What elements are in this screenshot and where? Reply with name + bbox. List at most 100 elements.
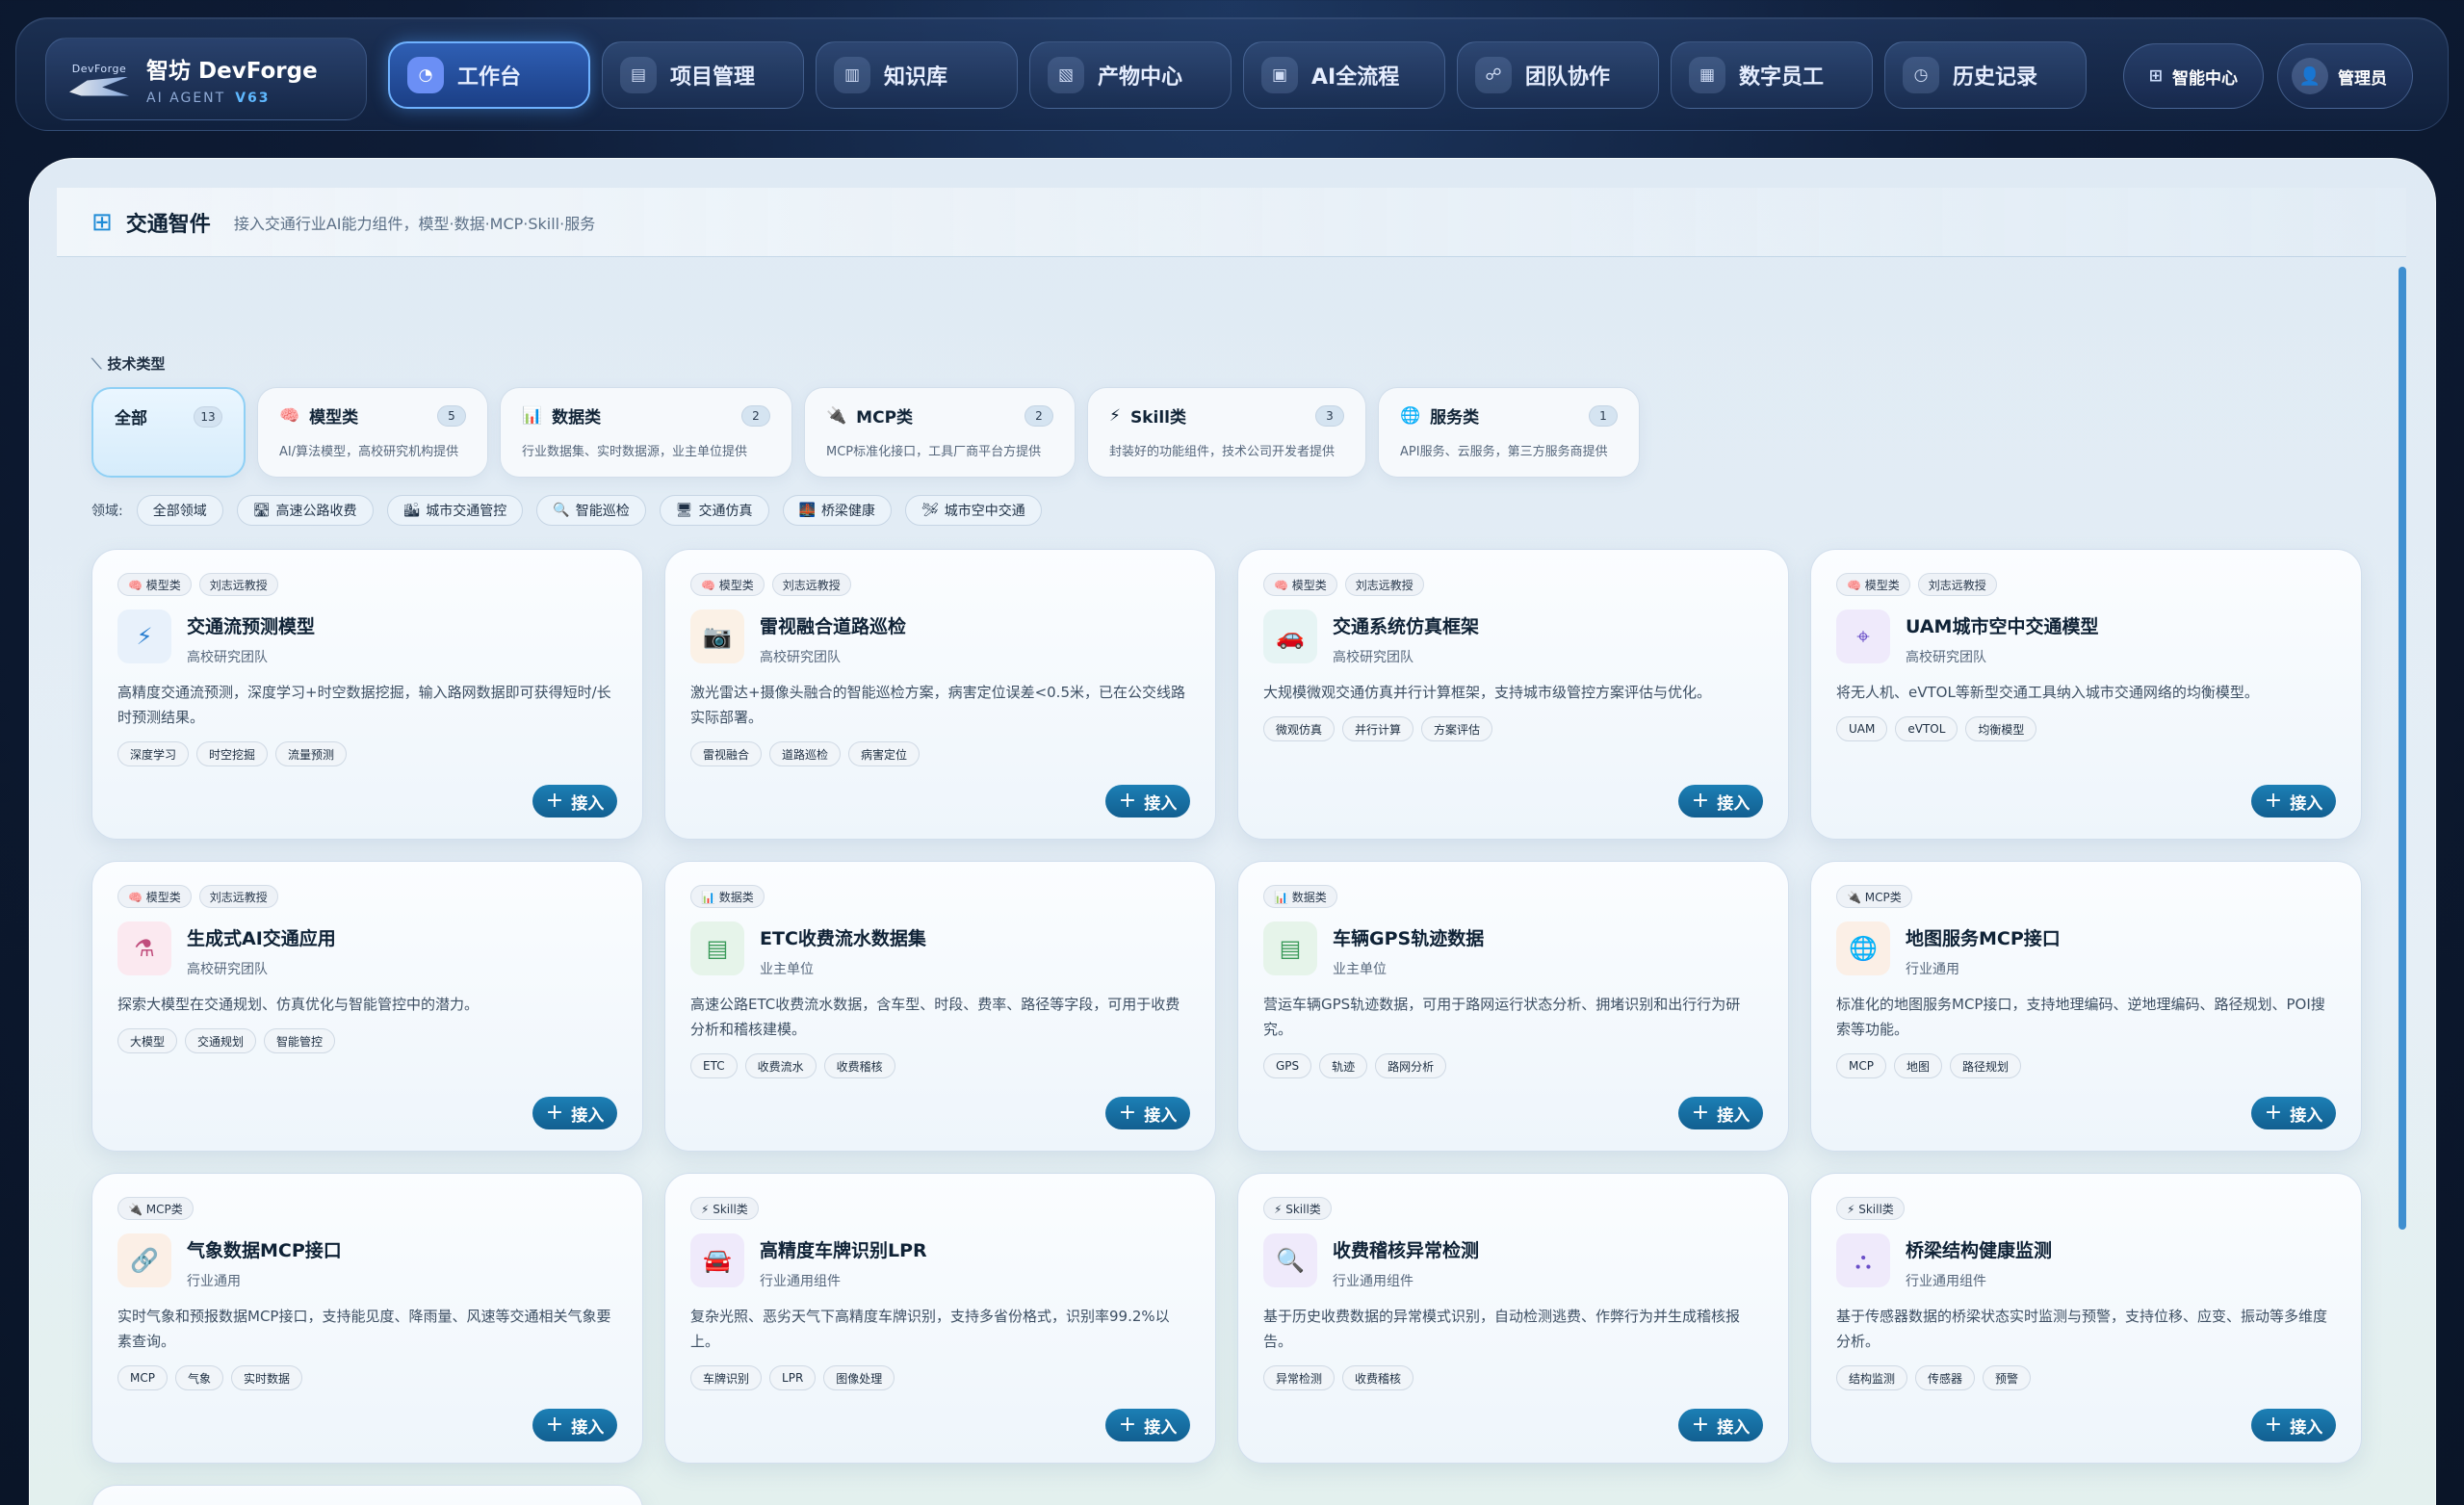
- component-desc: 实时气象和预报数据MCP接口，支持能见度、降雨量、风速等交通相关气象要素查询。: [117, 1308, 611, 1350]
- type-filter-3[interactable]: 🔌 MCP类 2 MCP标准化接口，工具厂商平台方提供: [804, 387, 1076, 478]
- join-button[interactable]: + 接入: [1678, 1097, 1763, 1129]
- terminal-icon: ▣: [1261, 57, 1298, 93]
- type-filter-5[interactable]: 🌐 服务类 1 API服务、云服务，第三方服务商提供: [1378, 387, 1640, 478]
- nav-item-4[interactable]: ▣ AI全流程: [1243, 41, 1445, 109]
- domain-label: 城市空中交通: [944, 504, 1025, 519]
- plus-icon: +: [545, 1101, 564, 1125]
- type-desc: AI/算法模型，高校研究机构提供: [279, 445, 459, 459]
- component-card[interactable]: 🔌 MCP类 🔗 气象数据MCP接口 行业通用 实时气象和预报数据MCP接口，支持能见度…: [91, 1173, 643, 1464]
- plus-icon: +: [2264, 1101, 2283, 1125]
- category-badge: 🔌 MCP类: [1836, 885, 1912, 908]
- component-name: 地图服务MCP接口: [1906, 928, 2061, 949]
- domain-chip-0[interactable]: 全部领域: [136, 495, 223, 526]
- type-filter-0[interactable]: 全部 13: [91, 387, 246, 478]
- component-card[interactable]: ⚡ Skill类 🚘 高精度车牌识别LPR 行业通用组件 复杂光照、恶劣天气下高精度车牌…: [664, 1173, 1216, 1464]
- component-name: UAM城市空中交通模型: [1906, 616, 2099, 637]
- nav-item-2[interactable]: ▥ 知识库: [816, 41, 1018, 109]
- type-filter-row: 全部 13 🧠 模型类 5 AI/算法模型，高校研究机构提供 📊 数据类 2 行业数据集、实时数据…: [91, 387, 2402, 478]
- component-tag: 收费稽核: [1342, 1365, 1414, 1390]
- component-tag: GPS: [1263, 1053, 1312, 1078]
- domain-label: 高速公路收费: [275, 504, 357, 519]
- component-card[interactable]: 🧠 模型类 刘志远教授 🚗 交通系统仿真框架 高校研究团队 大规模微观交通仿真并行计算框架…: [1237, 549, 1789, 840]
- join-button[interactable]: + 接入: [532, 785, 617, 817]
- join-button[interactable]: + 接入: [2251, 785, 2336, 817]
- join-label: 接入: [1717, 1105, 1751, 1126]
- component-card[interactable]: 📊 数据类 ▤ 车辆GPS轨迹数据 业主单位 营运车辆GPS轨迹数据，可用于路网运行状态…: [1237, 861, 1789, 1152]
- domain-chip-5[interactable]: 🌉 桥梁健康: [782, 495, 892, 526]
- join-button[interactable]: + 接入: [1678, 785, 1763, 817]
- brand-logo: DevForge: [67, 53, 131, 105]
- admin-button[interactable]: 👤 管理员: [2277, 43, 2413, 109]
- domain-chip-2[interactable]: 🏙 城市交通管控: [386, 495, 524, 526]
- domain-chip-4[interactable]: 🖥 交通仿真: [659, 495, 769, 526]
- join-label: 接入: [2290, 1417, 2323, 1438]
- plus-icon: +: [545, 789, 564, 813]
- join-button[interactable]: + 接入: [1105, 785, 1190, 817]
- component-card[interactable]: 🧠 模型类 刘志远教授 ⚡ 交通流预测模型 高校研究团队 高精度交通流预测，深度学习+时空…: [91, 549, 643, 840]
- component-tag: 智能管控: [264, 1028, 336, 1053]
- join-button[interactable]: + 接入: [2251, 1409, 2336, 1441]
- type-filter-2[interactable]: 📊 数据类 2 行业数据集、实时数据源，业主单位提供: [500, 387, 792, 478]
- type-label: 全部: [115, 409, 147, 428]
- domain-chip-3[interactable]: 🔍 智能巡检: [536, 495, 646, 526]
- domain-label: 智能巡检: [575, 504, 630, 519]
- component-desc: 将无人机、eVTOL等新型交通工具纳入城市交通网络的均衡模型。: [1836, 684, 2259, 701]
- component-tag: 实时数据: [230, 1365, 302, 1390]
- project-icon: ▤: [620, 57, 657, 93]
- component-tag: 微观仿真: [1263, 716, 1336, 741]
- component-tag: MCP: [1836, 1053, 1886, 1078]
- component-icon: 🔗: [117, 1233, 171, 1287]
- join-button[interactable]: + 接入: [532, 1097, 617, 1129]
- join-label: 接入: [1717, 1417, 1751, 1438]
- author-badge: 刘志远教授: [198, 885, 278, 908]
- component-name: 收费稽核异常检测: [1333, 1240, 1480, 1261]
- component-icon: 📷: [690, 610, 744, 663]
- component-tag: 深度学习: [117, 741, 190, 766]
- component-tag: 道路巡检: [769, 741, 842, 766]
- join-button[interactable]: + 接入: [2251, 1097, 2336, 1129]
- nav-item-1[interactable]: ▤ 项目管理: [602, 41, 804, 109]
- plus-icon: +: [2264, 1413, 2283, 1437]
- component-tag: 方案评估: [1421, 716, 1493, 741]
- component-tag: 收费稽核: [823, 1053, 895, 1078]
- nav-item-7[interactable]: ◷ 历史记录: [1884, 41, 2087, 109]
- component-name: 交通流预测模型: [187, 616, 316, 637]
- page-title: 交通智件: [125, 212, 211, 237]
- domain-chip-6[interactable]: 🛩 城市空中交通: [904, 495, 1042, 526]
- join-button[interactable]: + 接入: [1678, 1409, 1763, 1441]
- nav-item-6[interactable]: ▦ 数字员工: [1671, 41, 1873, 109]
- author-badge: 刘志远教授: [1917, 573, 1997, 596]
- component-card[interactable]: 🧠 模型类 刘志远教授 ⚗ 生成式AI交通应用 高校研究团队 探索大模型在交通规划、仿真优…: [91, 861, 643, 1152]
- nav-item-5[interactable]: ☍ 团队协作: [1457, 41, 1659, 109]
- artifact-icon: ▧: [1048, 57, 1084, 93]
- brand-subtitle: AI AGENT V63: [146, 91, 271, 106]
- smart-center-button[interactable]: ⊞ 智能中心: [2122, 43, 2264, 109]
- component-card[interactable]: ⚡ Skill类 🔍 收费稽核异常检测 行业通用组件 基于历史收费数据的异常模式识别，自…: [1237, 1173, 1789, 1464]
- join-button[interactable]: + 接入: [1105, 1409, 1190, 1441]
- plus-icon: +: [1118, 789, 1137, 813]
- nav-item-3[interactable]: ▧ 产物中心: [1029, 41, 1232, 109]
- type-filter-1[interactable]: 🧠 模型类 5 AI/算法模型，高校研究机构提供: [257, 387, 488, 478]
- component-name: 生成式AI交通应用: [187, 928, 336, 949]
- component-card-partial[interactable]: 🌐 服务类: [91, 1485, 643, 1505]
- component-card[interactable]: 🧠 模型类 刘志远教授 ⌖ UAM城市空中交通模型 高校研究团队 将无人机、eVTOL等新…: [1810, 549, 2362, 840]
- author-badge: 刘志远教授: [771, 573, 851, 596]
- component-card[interactable]: 📊 数据类 ▤ ETC收费流水数据集 业主单位 高速公路ETC收费流水数据，含车型、时段…: [664, 861, 1216, 1152]
- component-tag: 预警: [1983, 1365, 2032, 1390]
- component-desc: 基于历史收费数据的异常模式识别，自动检测逃费、作弊行为并生成稽核报告。: [1263, 1308, 1741, 1350]
- component-card[interactable]: 🔌 MCP类 🌐 地图服务MCP接口 行业通用 标准化的地图服务MCP接口，支持地理编码…: [1810, 861, 2362, 1152]
- type-icon: 📊: [522, 405, 543, 426]
- type-filter-4[interactable]: ⚡ Skill类 3 封装好的功能组件，技术公司开发者提供: [1087, 387, 1366, 478]
- nav-item-0[interactable]: ◔ 工作台: [388, 41, 590, 109]
- domain-chip-1[interactable]: 🛣 高速公路收费: [236, 495, 374, 526]
- join-label: 接入: [571, 1417, 605, 1438]
- nav-item-label: 知识库: [884, 65, 948, 90]
- component-tag: MCP: [117, 1365, 168, 1390]
- component-card[interactable]: ⚡ Skill类 ⛬ 桥梁结构健康监测 行业通用组件 基于传感器数据的桥梁状态实时监测与…: [1810, 1173, 2362, 1464]
- join-button[interactable]: + 接入: [532, 1409, 617, 1441]
- component-card[interactable]: 🧠 模型类 刘志远教授 📷 雷视融合道路巡检 高校研究团队 激光雷达+摄像头融合的智能巡检…: [664, 549, 1216, 840]
- brand[interactable]: DevForge 智坊 DevForge AI AGENT V63: [45, 38, 367, 120]
- join-button[interactable]: + 接入: [1105, 1097, 1190, 1129]
- category-badge: 🧠 模型类: [117, 885, 192, 908]
- nav-item-label: 项目管理: [670, 65, 756, 90]
